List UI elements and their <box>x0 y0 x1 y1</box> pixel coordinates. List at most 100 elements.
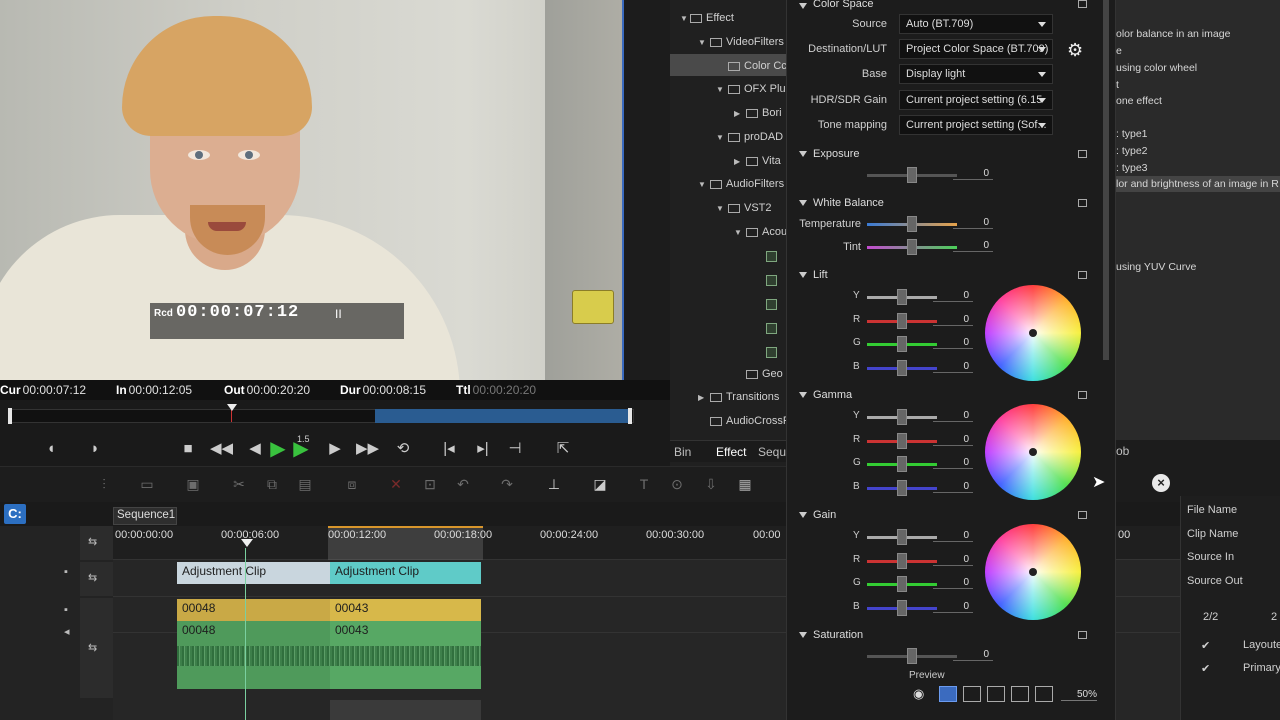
reset-icon[interactable] <box>1078 631 1087 639</box>
title-icon[interactable]: T <box>634 476 654 494</box>
section-gain[interactable]: Gain <box>813 509 836 521</box>
reset-icon[interactable] <box>1078 150 1087 158</box>
checkbox-icon[interactable]: ✔ <box>1201 662 1210 675</box>
save-icon[interactable]: ▣ <box>183 476 203 494</box>
desc-item[interactable]: using YUV Curve <box>1116 261 1196 273</box>
hdr-gain-select[interactable]: Current project setting (6.15 <box>899 90 1053 110</box>
gain-y-value[interactable]: 0 <box>933 530 973 542</box>
speaker-icon[interactable]: ◂ <box>64 625 70 638</box>
gain-r-slider[interactable] <box>867 553 937 569</box>
tree-item-audiocross[interactable]: AudioCrossF <box>710 415 790 427</box>
desc-item-selected[interactable]: lor and brightness of an image in R <box>1116 178 1279 190</box>
tab-effect[interactable]: Effect <box>716 445 746 459</box>
tree-item-bori[interactable]: Bori <box>746 107 782 119</box>
prev-edit-icon[interactable]: |◂ <box>438 438 460 460</box>
exposure-value[interactable]: 0 <box>953 168 993 180</box>
temperature-value[interactable]: 0 <box>953 217 993 229</box>
desc-item[interactable]: t <box>1116 79 1119 91</box>
desc-item[interactable]: : type1 <box>1116 128 1148 140</box>
rewind-button[interactable]: ◀◀ <box>210 438 233 460</box>
exposure-slider[interactable] <box>867 167 957 183</box>
scrub-out-marker[interactable] <box>628 408 632 424</box>
section-gamma[interactable]: Gamma <box>813 389 852 401</box>
gamma-b-value[interactable]: 0 <box>933 481 973 493</box>
stop-button[interactable]: ■ <box>177 438 199 460</box>
scrub-bar[interactable] <box>0 400 670 432</box>
step-forward-button[interactable]: ▶ <box>324 438 346 460</box>
track-visibility-icon[interactable]: ▪ <box>64 566 68 578</box>
scrub-in-marker[interactable] <box>8 408 12 424</box>
timeline-playhead[interactable] <box>241 539 253 547</box>
fx-item-3[interactable] <box>766 298 777 310</box>
layouter-label[interactable]: Layouter <box>1243 639 1280 651</box>
add-clip-icon[interactable]: ⊡ <box>420 476 440 494</box>
tree-item-videofilters[interactable]: VideoFilters <box>710 36 784 48</box>
lift-r-slider[interactable] <box>867 313 937 329</box>
desc-item[interactable]: one effect <box>1116 95 1162 107</box>
fx-item-4[interactable] <box>766 322 777 334</box>
gain-g-slider[interactable] <box>867 576 937 592</box>
reset-icon[interactable] <box>1078 391 1087 399</box>
tree-item-acou[interactable]: Acou <box>746 226 787 238</box>
gain-y-slider[interactable] <box>867 529 937 545</box>
lift-b-value[interactable]: 0 <box>933 361 973 373</box>
gain-b-slider[interactable] <box>867 600 937 616</box>
tab-sequence[interactable]: Sequ <box>758 445 786 459</box>
set-out-icon[interactable]: ◗ <box>84 438 106 460</box>
cut-icon[interactable]: ✂ <box>229 476 249 494</box>
tree-item-effect[interactable]: Effect <box>690 12 734 24</box>
gain-color-wheel[interactable] <box>985 524 1081 620</box>
fast-forward-button[interactable]: ▶▶ <box>356 438 379 460</box>
desc-item[interactable]: : type3 <box>1116 162 1148 174</box>
section-color-space[interactable]: Color Space <box>813 0 874 10</box>
adjustment-clip[interactable]: Adjustment Clip <box>330 562 481 584</box>
tone-mapping-select[interactable]: Current project setting (Sof... <box>899 115 1053 135</box>
lift-y-value[interactable]: 0 <box>933 290 973 302</box>
loop-icon[interactable]: ⟲ <box>392 438 414 460</box>
section-exposure[interactable]: Exposure <box>813 148 859 160</box>
preview-mode-split-bottom-icon[interactable] <box>1035 686 1053 702</box>
video-clip[interactable]: 00043 <box>330 599 481 621</box>
preview-mode-full-icon[interactable] <box>939 686 957 702</box>
gamma-g-slider[interactable] <box>867 456 937 472</box>
import-icon[interactable]: ⇩ <box>701 476 721 494</box>
desc-item[interactable]: using color wheel <box>1116 62 1197 74</box>
paste-icon[interactable]: ▤ <box>295 476 315 494</box>
gamma-y-value[interactable]: 0 <box>933 410 973 422</box>
gear-icon[interactable]: ⚙ <box>1067 40 1083 61</box>
reset-icon[interactable] <box>1078 199 1087 207</box>
scrub-playhead[interactable] <box>227 404 237 411</box>
copy-icon[interactable]: ⧉ <box>262 476 282 494</box>
fx-item-1[interactable] <box>766 250 777 262</box>
sync-icon[interactable]: ⇆ <box>88 571 97 584</box>
preview-mode-split-right-icon[interactable] <box>987 686 1005 702</box>
gamma-g-value[interactable]: 0 <box>933 457 973 469</box>
video-clip[interactable]: 00048 <box>177 599 330 621</box>
preview-mode-split-top-icon[interactable] <box>1011 686 1029 702</box>
section-white-balance[interactable]: White Balance <box>813 197 884 209</box>
lift-r-value[interactable]: 0 <box>933 314 973 326</box>
gamma-b-slider[interactable] <box>867 480 937 496</box>
preview-mode-split-left-icon[interactable] <box>963 686 981 702</box>
render-icon[interactable]: ▦ <box>735 476 755 494</box>
undo-icon[interactable]: ↶ <box>453 476 473 494</box>
fx-item-5[interactable] <box>766 346 777 358</box>
paste-attr-icon[interactable]: ⧈ <box>342 476 362 494</box>
tint-value[interactable]: 0 <box>953 240 993 252</box>
desc-item[interactable]: e <box>1116 45 1122 57</box>
adjustment-clip[interactable]: Adjustment Clip <box>177 562 330 584</box>
step-back-button[interactable]: ◀ <box>244 438 266 460</box>
sync-icon[interactable]: ⇆ <box>88 535 97 548</box>
tree-item-prodad[interactable]: proDAD <box>728 131 783 143</box>
tree-item-geo[interactable]: Geo <box>746 368 783 380</box>
transition-icon[interactable]: ◪ <box>590 476 610 494</box>
fx-item-2[interactable] <box>766 274 777 286</box>
track-visibility-icon[interactable]: ▪ <box>64 604 68 616</box>
lift-y-slider[interactable] <box>867 289 937 305</box>
base-select[interactable]: Display light <box>899 64 1053 84</box>
section-saturation[interactable]: Saturation <box>813 629 863 641</box>
tab-bin[interactable]: Bin <box>674 445 691 459</box>
tree-item-vst2[interactable]: VST2 <box>728 202 772 214</box>
tree-item-ofx[interactable]: OFX Plu <box>728 83 786 95</box>
reset-icon[interactable] <box>1078 511 1087 519</box>
